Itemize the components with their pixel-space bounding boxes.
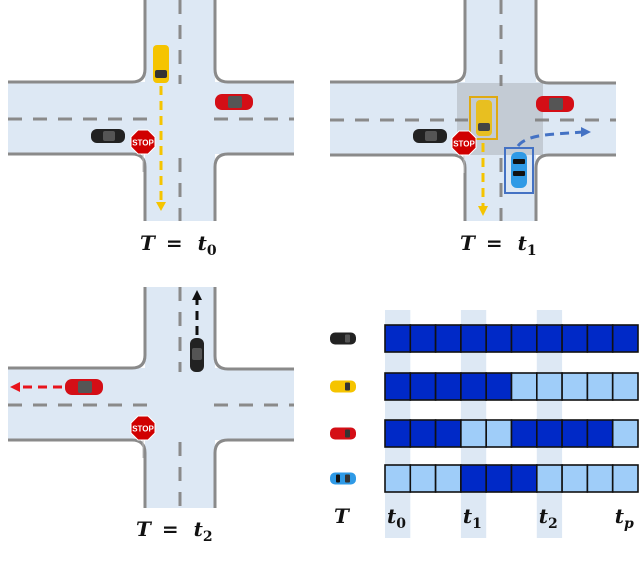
- black-car-icon: [330, 332, 356, 345]
- agent-timestep-grid: Tt0 t1 t2 tp: [330, 310, 639, 538]
- intersection-panel-t2: STOP T = t2: [8, 287, 294, 545]
- grid-cell-yellow-car-8: [586, 372, 614, 401]
- car-body: [330, 427, 356, 440]
- grid-cell-red-car-7: [561, 419, 589, 448]
- black-car-icon: [413, 129, 447, 143]
- yellow-car-icon: [476, 100, 492, 136]
- grid-cell-yellow-car-5: [510, 372, 538, 401]
- panel-label-t1: T = t1: [460, 231, 537, 259]
- grid-cell-yellow-car-1: [409, 372, 437, 401]
- red-car-icon: [536, 96, 574, 112]
- panel-label-t2: T = t2: [136, 517, 213, 545]
- grid-cell-blue-car-8: [586, 464, 614, 493]
- grid-cell-black-car-4: [485, 324, 513, 353]
- grid-cell-red-car-2: [434, 419, 462, 448]
- grid-cell-blue-car-1: [409, 464, 437, 493]
- grid-cell-blue-car-6: [535, 464, 563, 493]
- car-window: [345, 474, 350, 483]
- car-body: [330, 332, 356, 345]
- stop-sign-text: STOP: [132, 139, 154, 148]
- grid-cell-blue-car-9: [611, 464, 639, 493]
- yellow-car-icon: [330, 380, 356, 393]
- grid-cell-yellow-car-3: [460, 372, 487, 401]
- grid-cell-black-car-1: [409, 324, 437, 353]
- grid-cell-yellow-car-6: [535, 372, 563, 401]
- intersection-panel-t1: STOP T = t1: [330, 0, 616, 259]
- panel-label-t0: T = t0: [140, 231, 217, 259]
- grid-cell-red-car-5: [510, 419, 538, 448]
- grid-cell-blue-car-7: [561, 464, 589, 493]
- blue-car-icon: [330, 472, 356, 485]
- car-window: [336, 474, 340, 483]
- grid-cell-blue-car-3: [460, 464, 487, 493]
- grid-cell-blue-car-2: [434, 464, 462, 493]
- grid-cell-black-car-0: [384, 324, 412, 353]
- car-body: [330, 472, 356, 485]
- road: [8, 0, 294, 221]
- grid-cell-black-car-5: [510, 324, 538, 353]
- grid-cell-yellow-car-0: [384, 372, 412, 401]
- car-body: [330, 380, 356, 393]
- grid-cell-yellow-car-9: [611, 372, 639, 401]
- grid-cell-black-car-7: [561, 324, 589, 353]
- yellow-car-icon: [153, 45, 169, 83]
- grid-cell-blue-car-0: [384, 464, 412, 493]
- grid-cell-blue-car-4: [485, 464, 513, 493]
- black-car-icon: [91, 129, 125, 143]
- red-car-icon: [215, 94, 253, 110]
- grid-cell-blue-car-5: [510, 464, 538, 493]
- car-window: [345, 382, 350, 391]
- red-car-icon: [330, 427, 356, 440]
- grid-cell-black-car-9: [611, 324, 639, 353]
- grid-cell-red-car-3: [460, 419, 487, 448]
- road: [8, 287, 294, 508]
- car-window: [345, 334, 350, 343]
- grid-cell-red-car-8: [586, 419, 614, 448]
- grid-cell-black-car-8: [586, 324, 614, 353]
- stop-sign-text: STOP: [453, 140, 475, 149]
- grid-cell-yellow-car-7: [561, 372, 589, 401]
- black-car-icon: [190, 338, 204, 372]
- blue-car-icon: [511, 152, 527, 188]
- grid-cell-black-car-3: [460, 324, 487, 353]
- grid-cell-black-car-2: [434, 324, 462, 353]
- grid-cell-yellow-car-2: [434, 372, 462, 401]
- grid-cell-yellow-car-4: [485, 372, 513, 401]
- grid-cell-red-car-9: [611, 419, 639, 448]
- stop-sign-text: STOP: [132, 425, 154, 434]
- grid-cell-red-car-1: [409, 419, 437, 448]
- grid-cell-red-car-4: [485, 419, 513, 448]
- red-car-icon: [65, 379, 103, 395]
- grid-cell-red-car-0: [384, 419, 412, 448]
- column-label-p: tp: [615, 504, 634, 532]
- car-window: [345, 429, 350, 438]
- figure-canvas: STOP T = t0 STOP T = t1 STOP T = t2 T t0…: [8, 0, 639, 545]
- intersection-panel-t0: STOP T = t0: [8, 0, 294, 259]
- row-axis-label: T: [334, 504, 351, 528]
- grid-cell-red-car-6: [535, 419, 563, 448]
- grid-cell-black-car-6: [535, 324, 563, 353]
